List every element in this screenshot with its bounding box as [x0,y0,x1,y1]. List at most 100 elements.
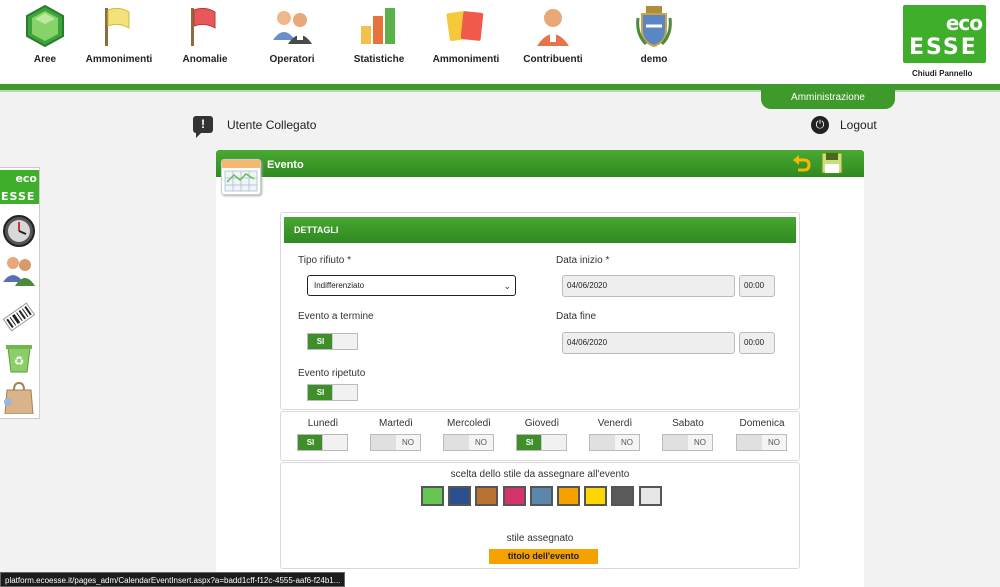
toggle-on-label: SI [517,435,542,450]
toggle-knob [332,334,357,349]
coat-of-arms-icon [632,4,676,48]
sidebar-logo-eco: eco [15,172,37,185]
data-fine-date-field[interactable]: 04/06/2020 [562,332,735,354]
day-label: Martedì [379,418,413,429]
people-icon [270,4,314,48]
tipo-rifiuto-label: Tipo rifiuto * [298,255,351,266]
nav-label: demo [640,54,668,65]
red-flag-icon [183,4,227,48]
toggle-knob [737,435,762,450]
connected-user-label: Utente Collegato [227,118,317,132]
nav-label: Anomalie [182,54,228,65]
users-icon[interactable] [2,252,36,286]
day-toggle[interactable]: NO [662,434,713,451]
side-toolbar: eco ESSE ♻ [0,167,40,419]
panel-header: Evento [216,150,864,177]
cards-icon [444,4,488,48]
nav-item-statistiche[interactable]: Statistiche [334,4,424,65]
nav-item-ammonimenti-2[interactable]: Ammonimenti [421,4,511,65]
toggle-off-label: NO [468,435,493,450]
toggle-knob [371,435,396,450]
sidebar-logo: eco ESSE [0,170,39,204]
sidebar-logo-esse: ESSE [1,190,36,203]
logo-eco-text: eco [945,11,983,35]
day-toggle[interactable]: NO [589,434,640,451]
undo-arrow-icon[interactable] [792,154,812,174]
day-toggle[interactable]: SI [297,434,348,451]
toggle-on-label: SI [308,385,333,400]
data-inizio-label: Data inizio * [556,255,610,266]
tipo-rifiuto-select[interactable]: Indifferenziato ⌄ [307,275,516,296]
toggle-on-label: SI [298,435,323,450]
toggle-knob [332,385,357,400]
day-toggle[interactable]: NO [443,434,494,451]
close-panel-link[interactable]: Chiudi Pannello [912,69,972,78]
barcode-icon[interactable] [2,300,36,334]
style-choice-label: scelta dello stile da assegnare all'even… [450,469,630,480]
day-label: Mercoledì [447,418,491,429]
toggle-knob [541,435,566,450]
day-toggle[interactable]: NO [736,434,787,451]
style-swatch[interactable] [475,486,499,506]
event-panel: Evento DETTAGLI Tipo rifiuto * Indiffere… [216,150,864,587]
day-toggle[interactable]: SI [516,434,567,451]
nav-label: Operatori [269,54,315,65]
nav-item-demo[interactable]: demo [609,4,699,65]
nav-label: Statistiche [353,54,405,65]
toggle-knob [322,435,347,450]
logout-link[interactable]: Logout [840,118,877,132]
nav-item-operatori[interactable]: Operatori [247,4,337,65]
page: Aree Ammonimenti Anomalie Operatori Stat… [0,0,1000,587]
style-swatch[interactable] [584,486,608,506]
style-swatch[interactable] [638,486,662,506]
nav-label: Ammonimenti [85,54,153,65]
data-inizio-time-field[interactable]: 00:00 [739,275,775,297]
assigned-style-label: stile assegnato [506,533,574,544]
style-swatch[interactable] [421,486,444,506]
toggle-on-label: SI [308,334,333,349]
user-bar: ! Utente Collegato ⏻ Logout [0,114,1000,138]
power-icon[interactable]: ⏻ [811,116,829,134]
recycle-bin-icon[interactable]: ♻ [2,340,36,374]
person-icon [531,4,575,48]
weekdays-section: Lunedì SI Martedì NO Mercoledì NO Giovedì SI Ven… [280,411,800,461]
tipo-rifiuto-value: Indifferenziato [314,281,365,290]
evento-termine-label: Evento a termine [298,311,374,322]
speech-bubble-icon: ! [193,116,213,138]
panel-title: Evento [267,159,304,171]
style-swatch[interactable] [557,486,580,506]
data-fine-time-field[interactable]: 00:00 [739,332,775,354]
bag-icon[interactable] [2,380,36,415]
event-title-preview: titolo dell'evento [489,549,598,564]
evento-ripetuto-toggle[interactable]: SI [307,384,358,401]
calendar-icon [221,159,261,195]
chevron-down-icon: ⌄ [503,281,511,291]
toggle-knob [444,435,469,450]
bar-chart-icon [357,4,401,48]
details-section: DETTAGLI Tipo rifiuto * Indifferenziato … [280,212,800,410]
details-header: DETTAGLI [284,217,796,243]
svg-text:♻: ♻ [14,354,25,368]
nav-item-ammonimenti[interactable]: Ammonimenti [74,4,164,65]
top-navigation: Aree Ammonimenti Anomalie Operatori Stat… [0,0,1000,84]
day-label: Giovedì [524,418,560,429]
clock-icon[interactable] [2,214,36,248]
style-swatch[interactable] [529,486,553,506]
tab-amministrazione[interactable]: Amministrazione [761,86,895,109]
toggle-off-label: NO [614,435,639,450]
floppy-disk-icon[interactable] [821,152,843,174]
evento-ripetuto-label: Evento ripetuto [298,368,366,379]
style-swatch[interactable] [611,486,635,506]
nav-item-anomalie[interactable]: Anomalie [160,4,250,65]
style-swatch[interactable] [502,486,526,506]
day-toggle[interactable]: NO [370,434,421,451]
yellow-flag-icon [97,4,141,48]
style-swatch[interactable] [448,486,472,506]
data-inizio-date-field[interactable]: 04/06/2020 [562,275,735,297]
day-label: Domenica [739,418,785,429]
evento-termine-toggle[interactable]: SI [307,333,358,350]
day-label: Lunedì [307,418,339,429]
nav-item-contribuenti[interactable]: Contribuenti [508,4,598,65]
day-label: Venerdì [597,418,633,429]
toggle-knob [663,435,688,450]
